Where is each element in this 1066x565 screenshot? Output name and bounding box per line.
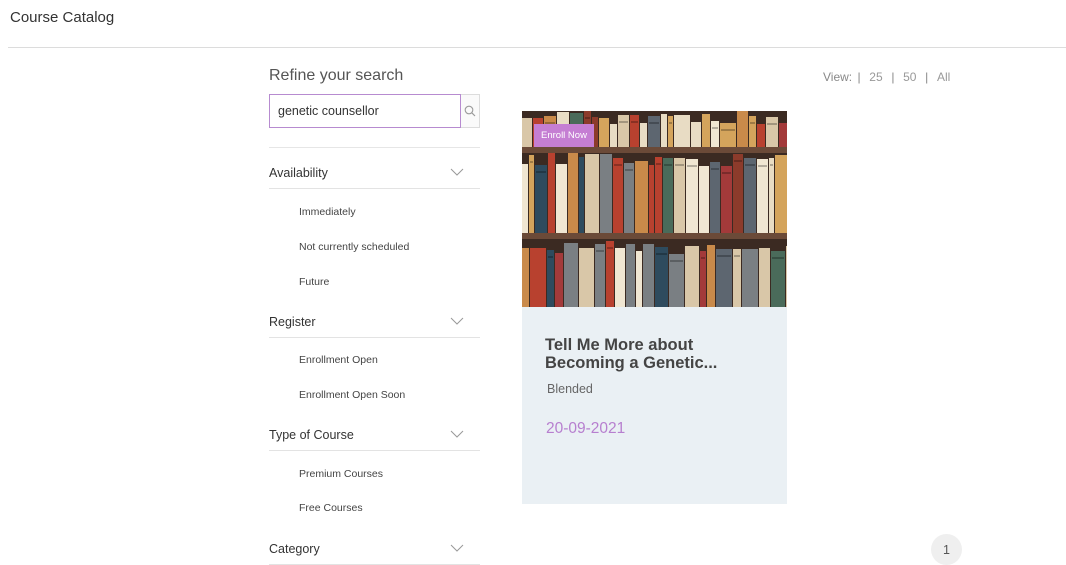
filter-label: Availability — [269, 166, 328, 180]
view-option-25[interactable]: 25 — [869, 70, 882, 84]
course-type: Blended — [547, 382, 593, 396]
search-input[interactable] — [269, 94, 461, 128]
filter-availability[interactable]: Availability — [269, 160, 480, 189]
course-title[interactable]: Tell Me More about Becoming a Genetic... — [545, 336, 770, 372]
filter-label: Register — [269, 315, 316, 329]
view-separator: | — [925, 70, 929, 84]
chevron-down-icon — [450, 430, 464, 438]
filter-option-enrollment-open[interactable]: Enrollment Open — [299, 354, 378, 366]
filter-option-not-currently-scheduled[interactable]: Not currently scheduled — [299, 241, 409, 253]
filter-option-premium-courses[interactable]: Premium Courses — [299, 468, 383, 480]
view-selector: View: | 25 | 50 | All — [822, 70, 951, 84]
search-button[interactable] — [461, 94, 480, 128]
course-image[interactable]: Enroll Now — [522, 111, 787, 307]
filter-option-immediately[interactable]: Immediately — [299, 206, 356, 218]
course-card[interactable]: Enroll Now Tell Me More about Becoming a… — [522, 111, 787, 504]
chevron-down-icon — [450, 168, 464, 176]
filter-register[interactable]: Register — [269, 309, 480, 338]
filter-type-of-course[interactable]: Type of Course — [269, 422, 480, 451]
page-1-button[interactable]: 1 — [931, 534, 962, 565]
filter-option-free-courses[interactable]: Free Courses — [299, 502, 363, 514]
page-title: Course Catalog — [10, 9, 115, 26]
search-box — [269, 94, 480, 128]
search-icon — [464, 105, 476, 117]
course-date: 20-09-2021 — [546, 420, 626, 437]
filter-label: Type of Course — [269, 428, 354, 442]
chevron-down-icon — [450, 317, 464, 325]
filter-option-future[interactable]: Future — [299, 276, 329, 288]
filter-category[interactable]: Category — [269, 536, 480, 565]
view-separator: | — [891, 70, 895, 84]
chevron-down-icon — [450, 544, 464, 552]
filter-label: Category — [269, 542, 320, 556]
refine-search-heading: Refine your search — [269, 67, 404, 84]
filter-option-enrollment-open-soon[interactable]: Enrollment Open Soon — [299, 389, 405, 401]
header-divider — [8, 47, 1066, 48]
view-label: View: — [823, 70, 853, 84]
enroll-now-badge[interactable]: Enroll Now — [534, 124, 594, 147]
view-option-50[interactable]: 50 — [903, 70, 916, 84]
view-separator: | — [857, 70, 861, 84]
filters-divider — [269, 147, 480, 148]
view-option-all[interactable]: All — [937, 70, 950, 84]
